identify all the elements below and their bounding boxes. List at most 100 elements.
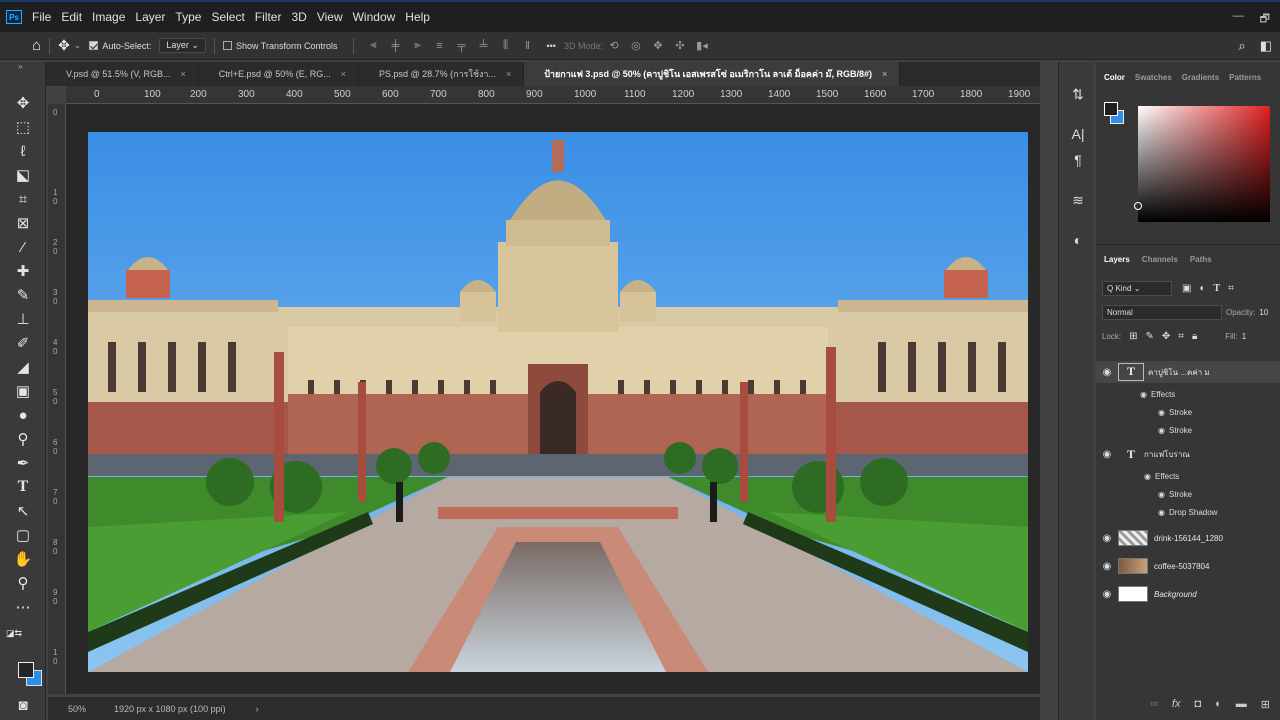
tab-channels[interactable]: Channels: [1142, 255, 1178, 264]
lock-position-icon[interactable]: ✥: [1162, 331, 1170, 342]
gradient-tool-icon[interactable]: ▣: [11, 380, 35, 402]
paragraph-panel-icon[interactable]: ¶: [1069, 152, 1087, 170]
auto-select-checkbox[interactable]: [89, 41, 99, 50]
layer-effect-item[interactable]: ◉ Stroke: [1096, 403, 1280, 421]
align-center-icon[interactable]: ╪: [388, 40, 402, 52]
history-panel-icon[interactable]: ⇅: [1069, 86, 1087, 104]
pen-tool-icon[interactable]: ✒: [11, 452, 35, 474]
color-picker-handle[interactable]: [1134, 202, 1142, 210]
transform-controls-toggle[interactable]: Show Transform Controls: [222, 41, 337, 51]
close-icon[interactable]: ×: [181, 69, 186, 79]
lasso-tool-icon[interactable]: ℓ: [11, 140, 35, 162]
home-icon[interactable]: ⌂: [32, 37, 41, 54]
marquee-tool-icon[interactable]: ⬚: [11, 116, 35, 138]
healing-brush-tool-icon[interactable]: ✚: [11, 260, 35, 282]
edit-toolbar-icon[interactable]: ⋯: [11, 596, 35, 618]
search-icon[interactable]: ⌕: [1238, 38, 1245, 54]
document-info[interactable]: 1920 px x 1080 px (100 ppi): [114, 704, 226, 714]
layer-effect-item[interactable]: ◉ Stroke: [1096, 485, 1280, 503]
layer-row[interactable]: ◉ coffee-5037804: [1096, 555, 1280, 577]
menu-type[interactable]: Type: [175, 10, 201, 24]
visibility-eye-icon[interactable]: ◉: [1096, 589, 1118, 600]
layer-kind-filter[interactable]: Q Kind ⌄: [1102, 281, 1172, 296]
menu-layer[interactable]: Layer: [135, 10, 165, 24]
move-tool-icon[interactable]: ✥: [58, 37, 70, 54]
effect-eye-icon[interactable]: ◉: [1158, 490, 1165, 499]
layer-row[interactable]: ◉ T คาปูชิโน ...คค่า ม: [1096, 361, 1280, 383]
filter-adjustment-icon[interactable]: ◐: [1199, 283, 1205, 294]
layer-name[interactable]: Background: [1154, 590, 1197, 599]
filter-pixel-icon[interactable]: ▣: [1182, 283, 1191, 294]
align-top-icon[interactable]: ≡: [432, 40, 446, 52]
align-left-icon[interactable]: ⫷: [366, 39, 380, 52]
workspace-icon[interactable]: ◧: [1260, 38, 1272, 54]
hand-tool-icon[interactable]: ✋: [11, 548, 35, 570]
visibility-eye-icon[interactable]: ◉: [1096, 533, 1118, 544]
menu-select[interactable]: Select: [211, 10, 244, 24]
history-brush-tool-icon[interactable]: ✐: [11, 332, 35, 354]
restore-button[interactable]: 🗗: [1260, 10, 1270, 29]
foreground-color-swatch[interactable]: [18, 662, 34, 678]
adjustments-panel-icon[interactable]: ◐: [1069, 232, 1087, 250]
effect-eye-icon[interactable]: ◉: [1158, 508, 1165, 517]
move-tool-icon[interactable]: ✥: [11, 92, 35, 114]
layer-effect-item[interactable]: ◉ Stroke: [1096, 421, 1280, 439]
type-tool-icon[interactable]: T: [11, 476, 35, 498]
menu-3d[interactable]: 3D: [291, 10, 306, 24]
foreground-color-swatch[interactable]: [1104, 102, 1118, 116]
status-menu-chevron[interactable]: ›: [256, 704, 259, 714]
align-middle-icon[interactable]: ╤: [454, 40, 468, 52]
layer-style-icon[interactable]: fx: [1172, 698, 1181, 710]
filter-type-icon[interactable]: T: [1214, 283, 1221, 294]
effect-eye-icon[interactable]: ◉: [1144, 472, 1151, 481]
lock-pixels-icon[interactable]: ✎: [1146, 331, 1154, 342]
lock-all-icon[interactable]: 🔒︎: [1192, 331, 1197, 342]
layer-name[interactable]: กาแฟโบราณ: [1144, 448, 1190, 461]
chevron-down-icon[interactable]: ⌄: [74, 40, 82, 51]
clone-stamp-tool-icon[interactable]: ⊥: [11, 308, 35, 330]
path-select-tool-icon[interactable]: ↖: [11, 500, 35, 522]
layer-row[interactable]: ◉ T กาแฟโบราณ: [1096, 443, 1280, 465]
layer-effect-item[interactable]: ◉ Drop Shadow: [1096, 503, 1280, 521]
filter-shape-icon[interactable]: ⌗: [1228, 283, 1234, 294]
adjustment-layer-icon[interactable]: ◐: [1215, 698, 1222, 710]
eraser-tool-icon[interactable]: ◢: [11, 356, 35, 378]
character-panel-icon[interactable]: A|: [1069, 126, 1087, 144]
visibility-eye-icon[interactable]: ◉: [1096, 367, 1118, 378]
lock-transparent-icon[interactable]: ⊞: [1129, 331, 1137, 342]
tab-v-psd[interactable]: V.psd @ 51.5% (V, RGB... ×: [46, 62, 199, 86]
rectangle-tool-icon[interactable]: ▢: [11, 524, 35, 546]
visibility-eye-icon[interactable]: ◉: [1096, 561, 1118, 572]
new-layer-icon[interactable]: ⊞: [1261, 698, 1270, 711]
effect-eye-icon[interactable]: ◉: [1140, 390, 1147, 399]
new-group-icon[interactable]: ▬: [1236, 698, 1247, 710]
layer-name[interactable]: คาปูชิโน ...คค่า ม: [1148, 366, 1210, 379]
zoom-tool-icon[interactable]: ⚲: [11, 572, 35, 594]
lock-artboard-icon[interactable]: ⌗: [1178, 331, 1184, 342]
zoom-level[interactable]: 50%: [48, 704, 98, 714]
layer-effects-row[interactable]: ◉ Effects: [1096, 385, 1280, 403]
menu-help[interactable]: Help: [405, 10, 430, 24]
tab-patterns[interactable]: Patterns: [1229, 73, 1261, 88]
menu-image[interactable]: Image: [92, 10, 125, 24]
collapse-arrows-icon[interactable]: »: [18, 62, 22, 71]
properties-panel-icon[interactable]: ≋: [1069, 192, 1087, 210]
visibility-eye-icon[interactable]: ◉: [1096, 449, 1118, 460]
tab-gradients[interactable]: Gradients: [1182, 73, 1219, 88]
foreground-background-swatch[interactable]: [16, 660, 44, 688]
align-bottom-icon[interactable]: ╧: [476, 40, 490, 52]
layer-effects-row[interactable]: ◉ Effects: [1096, 467, 1280, 485]
blend-mode-dropdown[interactable]: Normal: [1102, 305, 1222, 320]
tab-paths[interactable]: Paths: [1190, 255, 1212, 264]
quick-select-tool-icon[interactable]: ⬕: [11, 164, 35, 186]
tab-layers[interactable]: Layers: [1104, 255, 1130, 264]
layer-row[interactable]: ◉ Background: [1096, 583, 1280, 605]
menu-edit[interactable]: Edit: [61, 10, 82, 24]
tab-color[interactable]: Color: [1104, 73, 1125, 88]
effect-eye-icon[interactable]: ◉: [1158, 408, 1165, 417]
distribute-icon[interactable]: ⫼: [498, 39, 512, 52]
document-canvas[interactable]: [88, 132, 1028, 672]
close-icon[interactable]: ×: [341, 69, 346, 79]
transform-controls-checkbox[interactable]: [222, 41, 232, 50]
color-picker-field[interactable]: [1138, 106, 1270, 222]
